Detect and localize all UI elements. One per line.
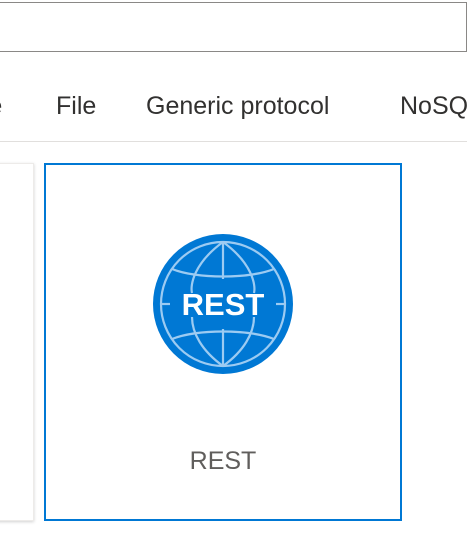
- globe-icon: REST: [152, 233, 294, 375]
- connector-card-rest[interactable]: REST REST: [44, 163, 402, 521]
- search-input[interactable]: [0, 2, 467, 52]
- tabs-divider: [0, 141, 467, 142]
- rest-logo-text: REST: [182, 287, 265, 322]
- connector-gallery: re File Generic protocol NoSQL: [0, 0, 467, 551]
- category-tabs: re File Generic protocol NoSQL: [0, 78, 467, 138]
- connector-card-partial[interactable]: [0, 163, 34, 521]
- connector-card-label: REST: [189, 447, 257, 475]
- tab-partial-previous[interactable]: re: [0, 90, 2, 122]
- tab-file[interactable]: File: [56, 90, 96, 122]
- tab-generic-protocol[interactable]: Generic protocol: [146, 90, 329, 122]
- tab-nosql[interactable]: NoSQL: [400, 90, 467, 122]
